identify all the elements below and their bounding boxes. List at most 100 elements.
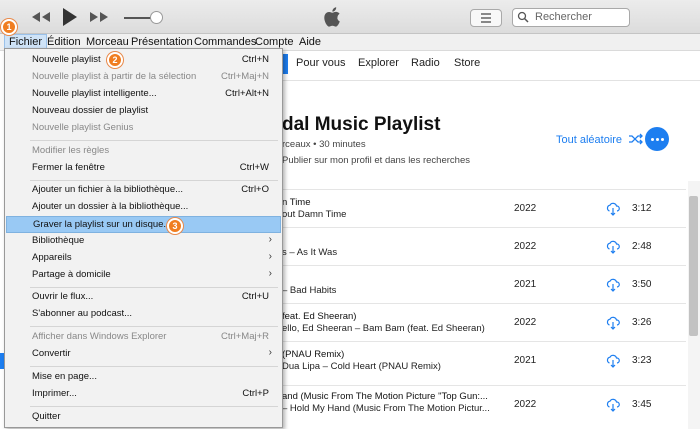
list-icon <box>481 13 491 23</box>
menu-item-label: Bibliothèque <box>32 235 85 246</box>
menu-item-label: Nouvelle playlist Genius <box>32 122 134 133</box>
track-artist: ello, Ed Sheeran – Bam Bam (feat. Ed She… <box>282 323 485 334</box>
track-artist: s – As It Was <box>282 247 338 258</box>
menu-item-modifier-regles[interactable]: Modifier les règles <box>6 143 281 160</box>
step-badge-1: 1 <box>1 19 17 35</box>
menu-item-label: Quitter <box>32 411 61 422</box>
track-row[interactable]: feat. Ed Sheeran) ello, Ed Sheeran – Bam… <box>282 303 686 341</box>
track-year: 2021 <box>514 355 537 366</box>
track-duration: 3:45 <box>632 399 652 410</box>
menu-item-quitter[interactable]: Quitter <box>6 409 281 426</box>
apple-logo-icon <box>324 7 340 27</box>
menu-item-nouvelle-playlist[interactable]: Nouvelle playlist Ctrl+N <box>6 52 281 69</box>
menu-item-label: Nouvelle playlist à partir de la sélecti… <box>32 71 197 82</box>
shuffle-all-button[interactable]: Tout aléatoire <box>556 133 644 146</box>
track-year: 2021 <box>514 279 537 290</box>
menu-separator <box>30 406 278 407</box>
scrollbar-thumb[interactable] <box>689 196 698 336</box>
menu-item-nouveau-dossier[interactable]: Nouveau dossier de playlist <box>6 103 281 120</box>
volume-knob[interactable] <box>150 11 163 24</box>
publish-option[interactable]: Publier sur mon profil et dans les reche… <box>282 155 470 166</box>
more-options-button[interactable] <box>645 127 669 151</box>
menu-item-graver-playlist[interactable]: Graver la playlist sur un disque... <box>6 216 281 233</box>
menu-item-bibliotheque[interactable]: Bibliothèque › <box>6 233 281 250</box>
menu-item-afficher-explorer[interactable]: Afficher dans Windows Explorer Ctrl+Maj+… <box>6 329 281 346</box>
playlist-title: dal Music Playlist <box>282 114 441 135</box>
tab-radio[interactable]: Radio <box>411 57 440 69</box>
track-row[interactable]: n Time out Damn Time 2022 3:12 <box>282 189 686 227</box>
menu-item-label: S'abonner au podcast... <box>32 308 133 319</box>
tab-explorer[interactable]: Explorer <box>358 57 399 69</box>
track-row[interactable]: s – As It Was 2022 2:48 <box>282 227 686 265</box>
menu-item-label: Nouvelle playlist intelligente... <box>32 88 157 99</box>
menu-item-shortcut: Ctrl+U <box>241 291 269 302</box>
track-duration: 3:12 <box>632 203 652 214</box>
menu-item-imprimer[interactable]: Imprimer... Ctrl+P <box>6 386 281 403</box>
track-year: 2022 <box>514 241 537 252</box>
menu-item-convertir[interactable]: Convertir › <box>6 346 281 363</box>
menu-item-ajouter-fichier[interactable]: Ajouter un fichier à la bibliothèque... … <box>6 182 281 199</box>
list-view-button[interactable] <box>470 9 502 27</box>
menu-item-playlist-intelligente[interactable]: Nouvelle playlist intelligente... Ctrl+A… <box>6 86 281 103</box>
menu-item-label: Modifier les règles <box>32 145 110 156</box>
menu-separator <box>30 326 278 327</box>
cloud-download-icon[interactable] <box>606 278 620 292</box>
menu-item-playlist-genius[interactable]: Nouvelle playlist Genius <box>6 120 281 137</box>
fichier-menu: Nouvelle playlist Ctrl+N Nouvelle playli… <box>4 48 283 428</box>
divider <box>282 80 700 81</box>
fast-forward-icon[interactable] <box>88 8 110 26</box>
submenu-arrow-icon: › <box>268 251 272 262</box>
track-row[interactable]: – Bad Habits 2021 3:50 <box>282 265 686 303</box>
menu-item-label: Ouvrir le flux... <box>32 291 94 302</box>
menu-item-label: Appareils <box>32 252 72 263</box>
menu-item-label: Nouveau dossier de playlist <box>32 105 149 116</box>
menu-item-partage-domicile[interactable]: Partage à domicile › <box>6 267 281 284</box>
menu-item-shortcut: Ctrl+Maj+R <box>220 331 269 342</box>
tab-store[interactable]: Store <box>454 57 480 69</box>
track-artist: out Damn Time <box>282 209 347 220</box>
tab-pour-vous[interactable]: Pour vous <box>296 57 346 69</box>
menu-item-shortcut: Ctrl+W <box>239 162 269 173</box>
menu-item-shortcut: Ctrl+O <box>241 184 269 195</box>
menu-item-ajouter-dossier[interactable]: Ajouter un dossier à la bibliothèque... <box>6 199 281 216</box>
menu-item-nouvelle-playlist-selection[interactable]: Nouvelle playlist à partir de la sélecti… <box>6 69 281 86</box>
step-badge-2: 2 <box>107 52 123 68</box>
menu-aide[interactable]: Aide <box>295 34 325 51</box>
track-duration: 3:26 <box>632 317 652 328</box>
menu-item-shortcut: Ctrl+P <box>242 388 269 399</box>
track-artist: – Hold My Hand (Music From The Motion Pi… <box>282 403 490 414</box>
track-row[interactable]: and (Music From The Motion Picture "Top … <box>282 385 686 423</box>
playlist-subtitle: rceaux • 30 minutes <box>282 139 366 150</box>
track-duration: 3:50 <box>632 279 652 290</box>
track-title: n Time <box>282 197 311 208</box>
menu-item-ouvrir-flux[interactable]: Ouvrir le flux... Ctrl+U <box>6 289 281 306</box>
track-row[interactable]: (PNAU Remix) Dua Lipa – Cold Heart (PNAU… <box>282 341 686 379</box>
menu-item-shortcut: Ctrl+Maj+N <box>220 71 269 82</box>
cloud-download-icon[interactable] <box>606 316 620 330</box>
rewind-icon[interactable] <box>30 8 52 26</box>
menu-item-fermer-fenetre[interactable]: Fermer la fenêtre Ctrl+W <box>6 160 281 177</box>
track-title: feat. Ed Sheeran) <box>282 311 357 322</box>
cloud-download-icon[interactable] <box>606 240 620 254</box>
cloud-download-icon[interactable] <box>606 354 620 368</box>
cloud-download-icon[interactable] <box>606 398 620 412</box>
menu-item-label: Ajouter un fichier à la bibliothèque... <box>32 184 184 195</box>
menu-item-label: Partage à domicile <box>32 269 111 280</box>
shuffle-label: Tout aléatoire <box>556 134 623 146</box>
menu-item-mise-en-page[interactable]: Mise en page... <box>6 369 281 386</box>
menu-item-appareils[interactable]: Appareils › <box>6 250 281 267</box>
track-artist: Dua Lipa – Cold Heart (PNAU Remix) <box>282 361 441 372</box>
track-year: 2022 <box>514 203 537 214</box>
track-year: 2022 <box>514 317 537 328</box>
play-icon[interactable] <box>58 6 80 28</box>
track-duration: 2:48 <box>632 241 652 252</box>
search-icon <box>517 11 529 23</box>
search-input[interactable]: Rechercher <box>512 8 630 27</box>
step-badge-3: 3 <box>167 218 183 234</box>
menu-item-abonner-podcast[interactable]: S'abonner au podcast... <box>6 306 281 323</box>
menu-separator <box>30 180 278 181</box>
menu-item-shortcut: Ctrl+N <box>241 54 269 65</box>
cloud-download-icon[interactable] <box>606 202 620 216</box>
submenu-arrow-icon: › <box>268 347 272 358</box>
submenu-arrow-icon: › <box>268 234 272 245</box>
